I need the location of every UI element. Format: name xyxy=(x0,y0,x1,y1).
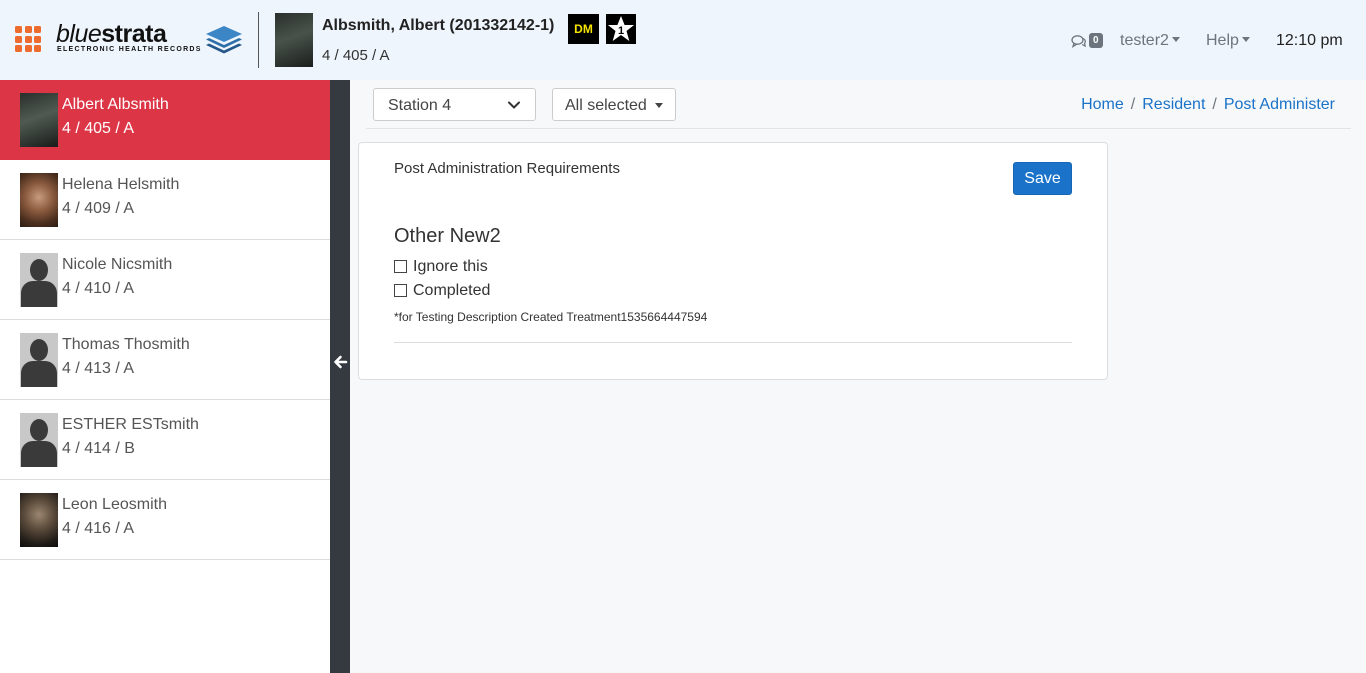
breadcrumb-resident-link[interactable]: Resident xyxy=(1142,96,1205,113)
caret-down-icon xyxy=(655,103,663,108)
breadcrumb-home-link[interactable]: Home xyxy=(1081,96,1124,113)
chevron-down-icon xyxy=(508,101,520,109)
station-select[interactable]: Station 4 xyxy=(373,88,536,121)
completed-checkbox[interactable] xyxy=(394,283,407,297)
resident-location: 4 / 416 / A xyxy=(62,520,135,537)
logo-text-light: blue xyxy=(56,20,102,48)
station-select-value: Station 4 xyxy=(388,97,452,114)
save-button[interactable]: Save xyxy=(1013,162,1072,195)
star-alert-badge-icon: 1 xyxy=(606,14,636,44)
chat-bubbles-icon xyxy=(1071,34,1087,48)
resident-item-leon-leosmith[interactable]: Leon Leosmith 4 / 416 / A xyxy=(0,480,330,560)
header-divider xyxy=(258,12,259,68)
patient-photo xyxy=(275,13,313,67)
patient-name[interactable]: Albsmith, Albert (201332142-1) xyxy=(322,17,554,35)
logo-tagline: ELECTRONIC HEALTH RECORDS xyxy=(57,46,202,53)
resident-item-thomas-thosmith[interactable]: Thomas Thosmith 4 / 413 / A xyxy=(0,320,330,400)
user-name: tester2 xyxy=(1120,32,1169,49)
caret-down-icon xyxy=(1241,37,1250,42)
help-label: Help xyxy=(1206,32,1239,49)
apps-grid-icon[interactable] xyxy=(15,26,41,52)
message-count-badge: 0 xyxy=(1089,33,1103,48)
resident-name: Thomas Thosmith xyxy=(62,336,190,353)
breadcrumb-post-administer-link[interactable]: Post Administer xyxy=(1224,96,1335,113)
layers-logo-icon xyxy=(206,26,242,54)
caret-down-icon xyxy=(1171,37,1180,42)
bluestrata-logo[interactable]: bluestrata ELECTRONIC HEALTH RECORDS xyxy=(56,20,246,60)
messages-button[interactable]: 0 xyxy=(1071,33,1103,48)
resident-location: 4 / 414 / B xyxy=(62,440,135,457)
toolbar-divider xyxy=(366,128,1351,129)
section-title: Other New2 xyxy=(394,225,501,247)
resident-item-nicole-nicsmith[interactable]: Nicole Nicsmith 4 / 410 / A xyxy=(0,240,330,320)
resident-location: 4 / 413 / A xyxy=(62,360,135,377)
post-administration-card: Post Administration Requirements Save Ot… xyxy=(358,142,1108,380)
resident-item-esther-estsmith[interactable]: ESTHER ESTsmith 4 / 414 / B xyxy=(0,400,330,480)
card-title: Post Administration Requirements xyxy=(394,160,620,177)
resident-location: 4 / 409 / A xyxy=(62,200,135,217)
checkbox-label: Completed xyxy=(413,282,491,299)
checkbox-label: Ignore this xyxy=(413,258,488,275)
user-menu-dropdown[interactable]: tester2 xyxy=(1120,32,1180,50)
sidebar-collapse-bar[interactable] xyxy=(330,80,350,673)
filter-multiselect[interactable]: All selected xyxy=(552,88,676,121)
resident-silhouette-icon xyxy=(20,413,58,467)
svg-text:1: 1 xyxy=(618,25,624,37)
treatment-note: *for Testing Description Created Treatme… xyxy=(394,310,708,324)
top-header: bluestrata ELECTRONIC HEALTH RECORDS Alb… xyxy=(0,0,1366,80)
resident-location: 4 / 405 / A xyxy=(62,120,135,137)
resident-photo xyxy=(20,173,58,227)
resident-name: Helena Helsmith xyxy=(62,176,180,193)
logo-text-bold: strata xyxy=(101,20,167,48)
resident-name: Nicole Nicsmith xyxy=(62,256,173,273)
patient-location: 4 / 405 / A xyxy=(322,47,390,64)
completed-checkbox-row[interactable]: Completed xyxy=(394,282,490,300)
current-time: 12:10 pm xyxy=(1276,32,1343,49)
resident-list: Albert Albsmith 4 / 405 / A Helena Helsm… xyxy=(0,80,330,673)
breadcrumb: Home / Resident / Post Administer xyxy=(1081,96,1335,114)
resident-photo xyxy=(20,493,58,547)
card-divider xyxy=(394,342,1072,343)
breadcrumb-separator: / xyxy=(1212,96,1217,113)
resident-item-albert-albsmith[interactable]: Albert Albsmith 4 / 405 / A xyxy=(0,80,330,160)
ignore-this-checkbox[interactable] xyxy=(394,259,407,273)
arrow-left-icon[interactable] xyxy=(332,354,348,370)
breadcrumb-separator: / xyxy=(1130,96,1136,113)
diabetes-badge: DM xyxy=(568,14,599,44)
resident-item-helena-helsmith[interactable]: Helena Helsmith 4 / 409 / A xyxy=(0,160,330,240)
resident-photo xyxy=(20,93,58,147)
resident-name: Albert Albsmith xyxy=(62,96,169,113)
resident-name: Leon Leosmith xyxy=(62,496,167,513)
resident-name: ESTHER ESTsmith xyxy=(62,416,199,433)
help-menu-dropdown[interactable]: Help xyxy=(1206,32,1250,50)
resident-silhouette-icon xyxy=(20,333,58,387)
ignore-this-checkbox-row[interactable]: Ignore this xyxy=(394,258,488,276)
resident-silhouette-icon xyxy=(20,253,58,307)
filter-select-value: All selected xyxy=(565,97,647,114)
resident-location: 4 / 410 / A xyxy=(62,280,135,297)
